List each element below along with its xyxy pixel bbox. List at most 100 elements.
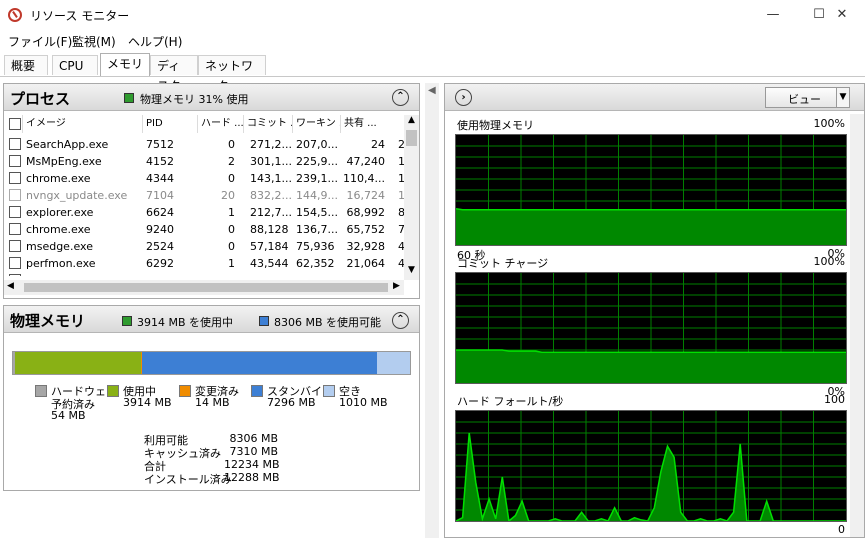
graph-min-label: 0: [838, 523, 845, 536]
process-hard-faults: 0: [228, 172, 235, 185]
view-button-label: ビュー: [788, 93, 821, 106]
process-image: explorer.exe: [26, 206, 94, 219]
series-area: [456, 208, 846, 245]
close-button[interactable]: ✕: [819, 0, 865, 30]
process-hard-faults: 20: [221, 189, 235, 202]
process-pid: 6292: [146, 257, 174, 270]
process-image: chrome.exe: [26, 172, 91, 185]
process-pid: 9240: [146, 223, 174, 236]
collapse-process-button[interactable]: ⌃: [392, 89, 409, 106]
process-image: SearchApp.exe: [26, 138, 109, 151]
table-row[interactable]: svcontainer.exe 7806 0 41,56463,81625,440: [4, 272, 404, 276]
process-commit: 41,564: [250, 272, 294, 276]
graph-svg: [455, 135, 846, 245]
physical-memory-title: 物理メモリ: [10, 312, 86, 330]
row-checkbox[interactable]: [9, 274, 21, 276]
graphs-scrollbar[interactable]: [850, 114, 864, 537]
legend-swatch-modified: [179, 385, 191, 397]
row-checkbox[interactable]: [9, 172, 21, 184]
graph-max-label: 100%: [813, 255, 845, 268]
process-hard-faults: 0: [228, 138, 235, 151]
tab-memory[interactable]: メモリ: [100, 53, 150, 76]
splitter-arrow-icon[interactable]: ◀: [428, 85, 436, 96]
menu-file[interactable]: ファイル(F): [8, 33, 72, 50]
column-divider[interactable]: [197, 115, 198, 133]
column-divider[interactable]: [292, 115, 293, 133]
stat-value: 12234 MB: [224, 458, 280, 471]
process-pid: 2524: [146, 240, 174, 253]
column-header[interactable]: ハード ...: [201, 115, 243, 133]
process-pid: 4344: [146, 172, 174, 185]
process-commit: 88,128: [250, 223, 289, 236]
scroll-right-icon[interactable]: ▶: [393, 281, 400, 291]
scroll-left-icon[interactable]: ◀: [7, 281, 14, 291]
column-header[interactable]: 共有 ...: [344, 115, 386, 133]
memory-indicator-icon: [124, 93, 134, 103]
column-divider[interactable]: [142, 115, 143, 133]
process-pid: 7104: [146, 189, 174, 202]
process-shareable: 68,992: [346, 206, 386, 219]
panel-splitter[interactable]: ◀: [425, 83, 439, 538]
process-image: MsMpEng.exe: [26, 155, 102, 168]
stat-value: 12288 MB: [224, 471, 280, 484]
tab-cpu[interactable]: CPU: [52, 55, 98, 75]
column-header[interactable]: ワーキン ...: [296, 115, 342, 133]
row-checkbox[interactable]: [9, 257, 21, 269]
table-row[interactable]: nvngx_update.exe 7104 20 832,2... 144,9... 16…: [4, 187, 404, 204]
table-row[interactable]: perfmon.exe 6292 1 43,544 62,352 21,064 4: [4, 255, 404, 272]
scroll-down-icon[interactable]: ▼: [408, 265, 415, 275]
table-row[interactable]: SearchApp.exe 7512 0 271,2... 207,0... 24 2: [4, 136, 404, 153]
process-working-set: 239,1...: [296, 172, 338, 185]
row-checkbox[interactable]: [9, 189, 21, 201]
legend-value: 54 MB: [51, 409, 86, 422]
process-column-header: イメージ PID ハード ...コミット ...ワーキン ...共有 ...: [4, 115, 404, 133]
window-title: リソース モニター: [30, 9, 130, 23]
process-shareable: 32,928: [346, 240, 386, 253]
graph-max-label: 100: [824, 393, 845, 406]
column-divider[interactable]: [243, 115, 244, 133]
minimize-button[interactable]: —: [750, 0, 796, 30]
table-row[interactable]: MsMpEng.exe 4152 2 301,1... 225,9... 47,240 1: [4, 153, 404, 170]
row-checkbox[interactable]: [9, 240, 21, 252]
row-checkbox[interactable]: [9, 155, 21, 167]
h-scroll-thumb[interactable]: [24, 283, 388, 292]
process-shareable: 21,064: [346, 257, 386, 270]
process-commit: 43,544: [250, 257, 289, 270]
table-row[interactable]: chrome.exe 4344 0 143,1... 239,1... 110,4... 1: [4, 170, 404, 187]
tab-network[interactable]: ネットワーク: [198, 55, 266, 93]
column-header[interactable]: PID: [146, 115, 196, 133]
column-header[interactable]: イメージ: [26, 115, 136, 133]
table-row[interactable]: chrome.exe 9240 0 88,128 136,7... 65,752 7: [4, 221, 404, 238]
graphs-panel: › ビュー ▼ 使用物理メモリ 100% 60 秒 0% コミット チャージ 100% 0%…: [444, 83, 865, 538]
menu-help[interactable]: ヘルプ(H): [128, 33, 182, 50]
process-shareable: 110,4...: [343, 172, 385, 185]
row-checkbox[interactable]: [9, 138, 21, 150]
column-divider[interactable]: [340, 115, 341, 133]
row-checkbox[interactable]: [9, 206, 21, 218]
scroll-thumb[interactable]: [406, 130, 417, 146]
graph-canvas: [455, 410, 847, 523]
tab-overview[interactable]: 概要: [4, 55, 48, 75]
process-commit: 271,2...: [250, 138, 292, 151]
process-working-set: 144,9...: [296, 189, 338, 202]
process-pid: 7512: [146, 138, 174, 151]
collapse-memory-button[interactable]: ⌃: [392, 312, 409, 329]
menu-monitor[interactable]: 監視(M): [72, 33, 116, 50]
memory-segment-standby: [141, 352, 378, 374]
select-all-checkbox[interactable]: [9, 118, 21, 130]
column-divider[interactable]: [22, 115, 23, 133]
process-shareable: 65,752: [346, 223, 386, 236]
tab-disk[interactable]: ディスク: [150, 55, 198, 93]
scroll-up-icon[interactable]: ▲: [408, 115, 415, 125]
legend-swatch-standby: [251, 385, 263, 397]
process-vertical-scrollbar[interactable]: ▲ ▼: [404, 115, 419, 280]
column-header[interactable]: コミット ...: [247, 115, 293, 133]
table-row[interactable]: explorer.exe 6624 1 212,7... 154,5... 68,992 8: [4, 204, 404, 221]
row-checkbox[interactable]: [9, 223, 21, 235]
process-horizontal-scrollbar[interactable]: ◀ ▶: [4, 280, 404, 295]
process-pid: 4152: [146, 155, 174, 168]
expand-graphs-button[interactable]: ›: [455, 89, 472, 106]
table-row[interactable]: msedge.exe 2524 0 57,184 75,936 32,928 4: [4, 238, 404, 255]
view-dropdown-icon[interactable]: ▼: [836, 87, 850, 108]
process-commit: 301,1...: [250, 155, 292, 168]
